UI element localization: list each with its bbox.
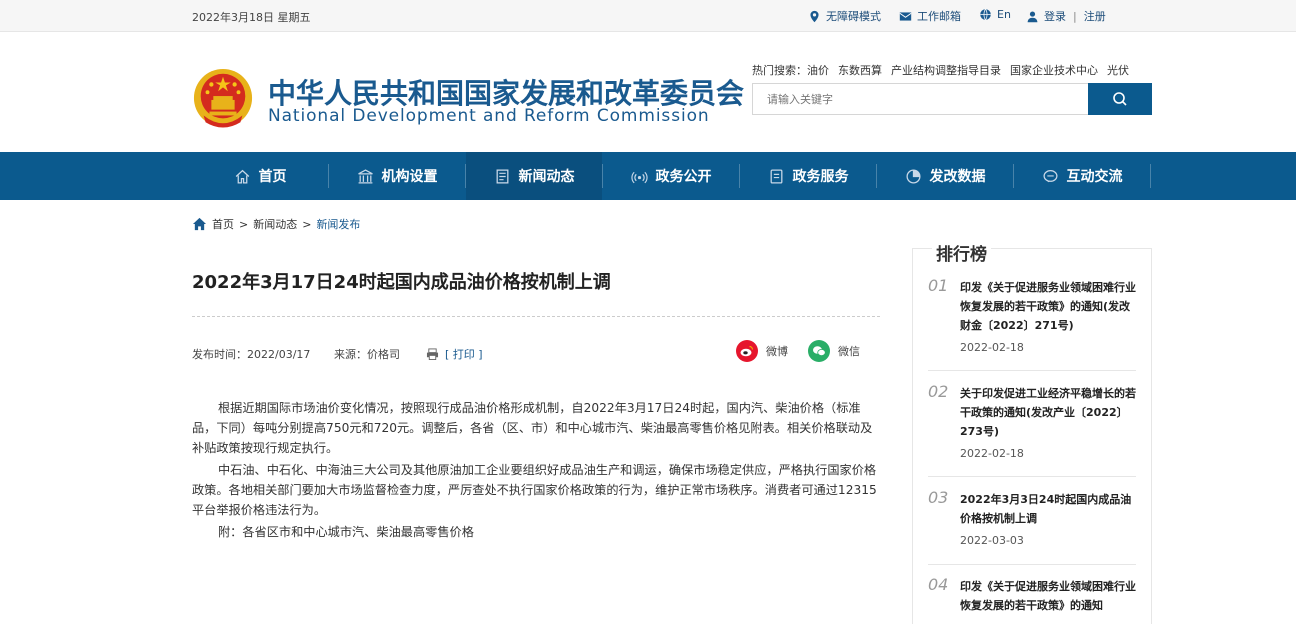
chat-icon <box>1042 169 1058 182</box>
nav-item-government-services[interactable]: 政务服务 <box>740 152 876 200</box>
hot-term[interactable]: 国家企业技术中心 <box>1010 64 1098 77</box>
share-wechat[interactable]: 微信 <box>808 340 860 362</box>
weibo-icon <box>736 340 758 362</box>
share-weibo[interactable]: 微博 <box>736 340 788 362</box>
site-title-en[interactable]: National Development and Reform Commissi… <box>268 106 710 126</box>
hot-search: 热门搜索：油价 东数西算 产业结构调整指导目录 国家企业技术中心 光伏 <box>752 62 1138 78</box>
rank-number: 03 <box>928 488 949 507</box>
search-icon <box>1113 92 1127 106</box>
mail-icon <box>899 11 912 21</box>
print-label: [ 打印 ] <box>445 348 483 361</box>
wechat-label: 微信 <box>838 345 860 358</box>
divider: | <box>1073 9 1077 23</box>
paragraph: 中石油、中石化、中海油三大公司及其他原油加工企业要组织好成品油生产和调运，确保市… <box>192 463 877 517</box>
rank-title[interactable]: 印发《关于促进服务业领域困难行业恢复发展的若干政策》的通知 <box>960 577 1136 615</box>
register-link[interactable]: 注册 <box>1084 8 1106 24</box>
rank-number: 02 <box>928 382 949 401</box>
mailbox-label: 工作邮箱 <box>917 10 961 23</box>
rank-title[interactable]: 关于印发促进工业经济平稳增长的若干政策的通知(发改产业〔2022〕273号) <box>960 384 1136 441</box>
home-icon <box>235 169 249 184</box>
rank-number: 04 <box>928 575 949 594</box>
rank-date: 2022-03-03 <box>960 534 1024 547</box>
nav-label: 首页 <box>258 169 287 185</box>
divider <box>928 476 1136 477</box>
english-label: En <box>997 8 1011 21</box>
weibo-label: 微博 <box>766 345 788 358</box>
print-button[interactable]: [ 打印 ] <box>426 346 483 362</box>
broadcast-icon <box>630 171 648 183</box>
search-input[interactable] <box>753 84 1089 114</box>
user-icon <box>1027 10 1038 22</box>
accessibility-link[interactable]: 无障碍模式 <box>808 8 881 24</box>
nav-label: 新闻动态 <box>518 169 575 185</box>
breadcrumb-home[interactable]: 首页 <box>212 216 234 232</box>
printer-icon <box>426 348 439 360</box>
rank-title[interactable]: 印发《关于促进服务业领域困难行业恢复发展的若干政策》的通知(发改财金〔2022〕… <box>960 278 1136 335</box>
hot-term[interactable]: 光伏 <box>1107 64 1129 77</box>
nav-item-home[interactable]: 首页 <box>192 152 328 200</box>
location-pin-icon <box>810 10 819 22</box>
ranking-item[interactable]: 01 印发《关于促进服务业领域困难行业恢复发展的若干政策》的通知(发改财金〔20… <box>928 276 1136 372</box>
nav-item-data[interactable]: 发改数据 <box>877 152 1013 200</box>
english-link[interactable]: En <box>979 8 1011 21</box>
current-date: 2022年3月18日 星期五 <box>192 11 311 24</box>
rank-title[interactable]: 2022年3月3日24时起国内成品油价格按机制上调 <box>960 490 1136 528</box>
document-icon <box>770 168 782 184</box>
globe-icon <box>980 8 991 21</box>
ranking-item[interactable]: 02 关于印发促进工业经济平稳增长的若干政策的通知(发改产业〔2022〕273号… <box>928 382 1136 478</box>
breadcrumb: 首页 > 新闻动态 > 新闻发布 <box>192 216 360 232</box>
national-emblem-logo[interactable] <box>192 67 254 129</box>
publish-time: 发布时间：2022/03/17 <box>192 348 311 361</box>
article-body: 根据近期国际市场油价变化情况，按照现行成品油价格形成机制，自2022年3月17日… <box>192 398 882 544</box>
news-icon <box>496 168 508 184</box>
hot-search-label: 热门搜索： <box>752 64 807 77</box>
nav-label: 发改数据 <box>929 169 986 185</box>
paragraph: 根据近期国际市场油价变化情况，按照现行成品油价格形成机制，自2022年3月17日… <box>192 401 873 455</box>
ranking-item[interactable]: 03 2022年3月3日24时起国内成品油价格按机制上调 2022-03-03 <box>928 488 1136 568</box>
wechat-icon <box>808 340 830 362</box>
nav-label: 政务公开 <box>655 169 712 185</box>
ranking-item[interactable]: 04 印发《关于促进服务业领域困难行业恢复发展的若干政策》的通知 <box>928 575 1136 623</box>
breadcrumb-sep: > <box>239 217 249 231</box>
nav-divider <box>1150 164 1151 188</box>
hot-term[interactable]: 产业结构调整指导目录 <box>891 64 1001 77</box>
work-mailbox-link[interactable]: 工作邮箱 <box>899 8 961 24</box>
breadcrumb-news[interactable]: 新闻动态 <box>253 216 297 232</box>
rank-number: 01 <box>928 276 949 295</box>
home-icon <box>192 217 207 231</box>
divider <box>928 370 1136 371</box>
breadcrumb-sep: > <box>302 217 312 231</box>
article-source: 来源：价格司 <box>334 348 400 361</box>
nav-label: 互动交流 <box>1066 169 1123 185</box>
breadcrumb-current[interactable]: 新闻发布 <box>316 216 360 232</box>
rank-date: 2022-02-18 <box>960 447 1024 460</box>
nav-label: 政务服务 <box>792 169 849 185</box>
account-links: 登录 | 注册 <box>1026 8 1106 24</box>
nav-item-news[interactable]: 新闻动态 <box>466 152 602 200</box>
rank-date: 2022-02-18 <box>960 341 1024 354</box>
hot-term[interactable]: 东数西算 <box>838 64 882 77</box>
site-header: 中华人民共和国国家发展和改革委员会 National Development a… <box>0 32 1296 152</box>
ranking-title: 排行榜 <box>932 240 991 265</box>
login-link[interactable]: 登录 <box>1044 8 1066 24</box>
main-nav: 首页 机构设置 新闻动态 政务公开 政务服务 发改数据 互动交流 <box>0 152 1296 200</box>
pie-chart-icon <box>905 168 921 184</box>
divider <box>192 316 880 317</box>
nav-item-interaction[interactable]: 互动交流 <box>1014 152 1150 200</box>
nav-item-government-affairs[interactable]: 政务公开 <box>603 152 739 200</box>
nav-label: 机构设置 <box>381 169 438 185</box>
building-icon <box>357 168 373 184</box>
article-title: 2022年3月17日24时起国内成品油价格按机制上调 <box>192 272 611 293</box>
divider <box>928 564 1136 565</box>
search-box <box>752 83 1152 115</box>
attachment-note: 附：各省区市和中心城市汽、柴油最高零售价格 <box>218 525 474 539</box>
nav-item-organization[interactable]: 机构设置 <box>329 152 465 200</box>
hot-term[interactable]: 油价 <box>807 64 829 77</box>
ranking-header: 排行榜 <box>912 238 1152 265</box>
search-button[interactable] <box>1088 83 1152 115</box>
accessibility-label: 无障碍模式 <box>826 10 881 23</box>
top-utility-bar: 2022年3月18日 星期五 无障碍模式 工作邮箱 En 登录 | 注册 <box>0 0 1296 32</box>
